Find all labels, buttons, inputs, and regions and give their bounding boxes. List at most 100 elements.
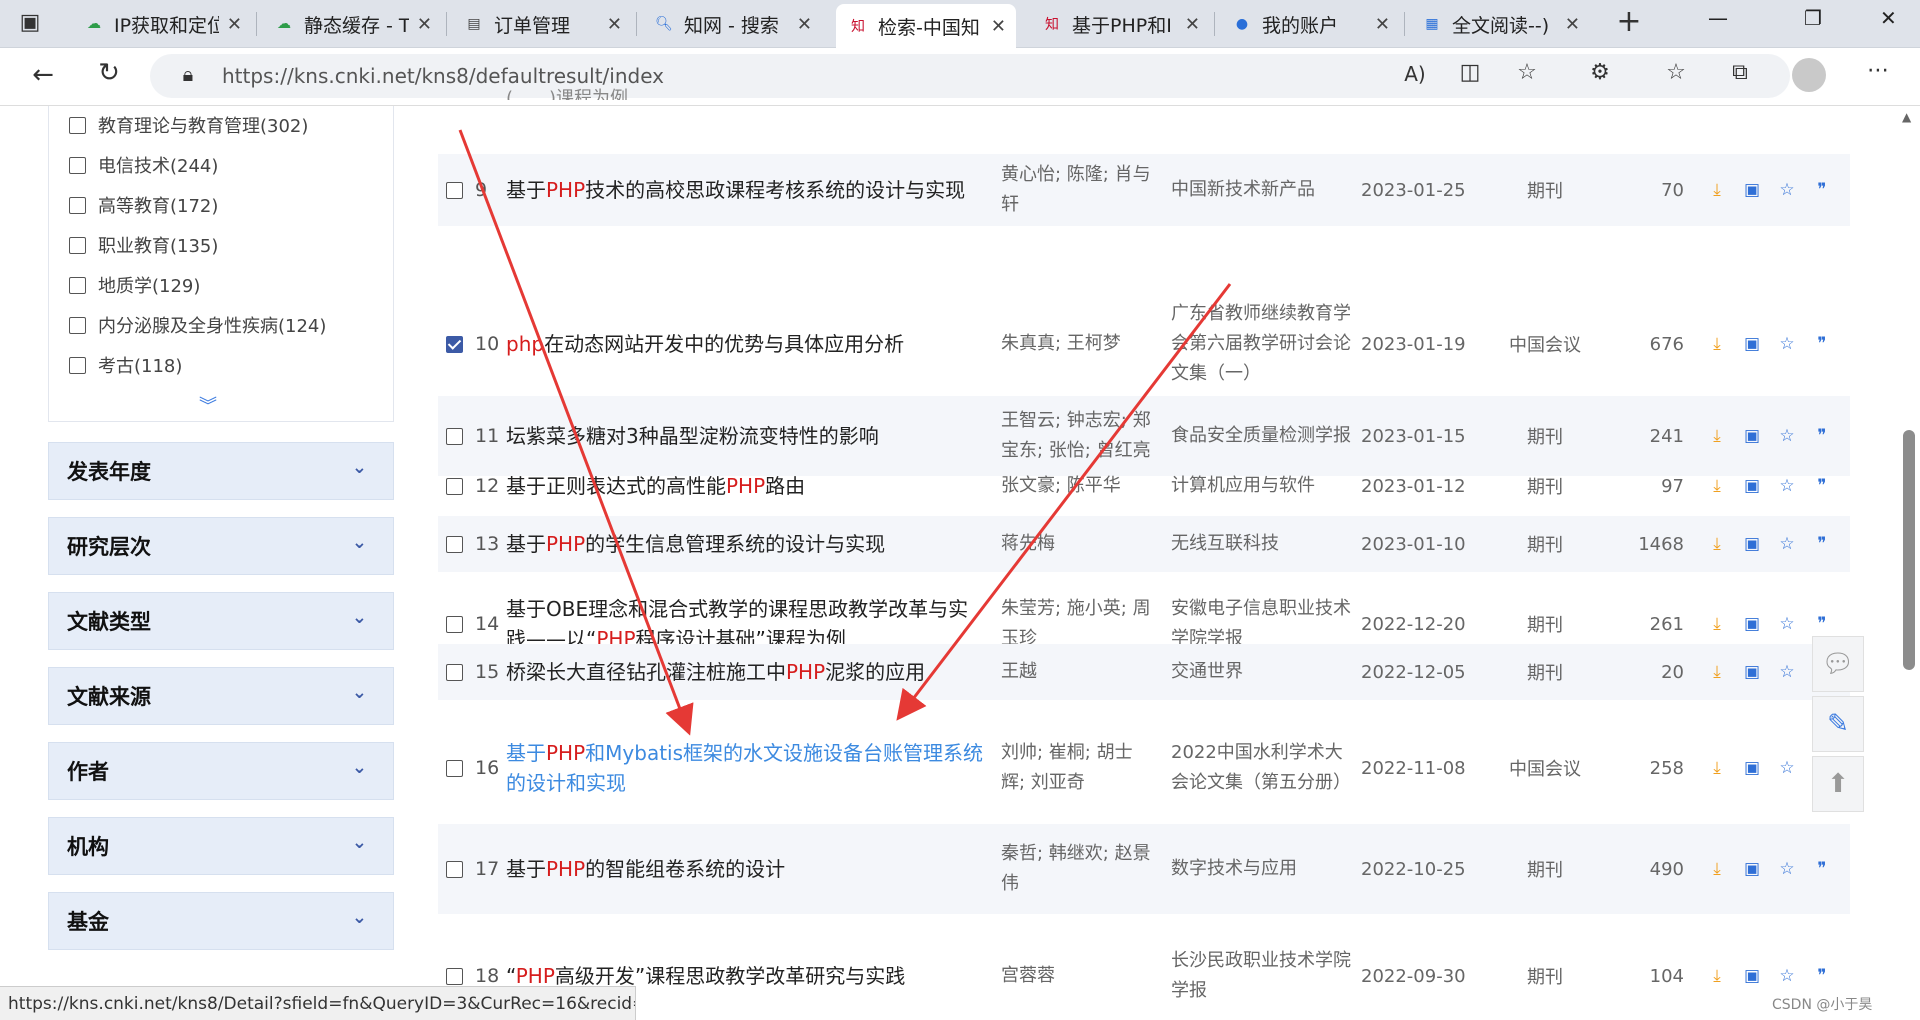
- download-icon[interactable]: ⤓: [1706, 533, 1728, 555]
- favorite-star-icon[interactable]: ☆: [1776, 179, 1798, 201]
- new-tab-button[interactable]: +: [1614, 4, 1644, 39]
- row-checkbox[interactable]: [446, 427, 463, 445]
- tab-3[interactable]: 🔍︎ 知网 - 搜索 ✕: [642, 6, 822, 42]
- add-favorite-icon[interactable]: ☆: [1512, 60, 1542, 85]
- facet-checkbox[interactable]: [69, 356, 86, 374]
- chevron-down-icon[interactable]: ⌄: [352, 832, 367, 853]
- favorites-icon[interactable]: ☆: [1660, 60, 1692, 85]
- result-title[interactable]: 基于PHP和Mybatis框架的水文设施设备台账管理系统的设计和实现: [506, 738, 986, 798]
- result-authors[interactable]: 黄心怡; 陈隆; 肖与轩: [1001, 160, 1151, 220]
- row-select[interactable]: 10: [446, 333, 499, 355]
- close-window-icon[interactable]: ✕: [1880, 6, 1897, 30]
- download-icon[interactable]: ⤓: [1706, 179, 1728, 201]
- download-icon[interactable]: ⤓: [1706, 613, 1728, 635]
- row-checkbox[interactable]: [446, 181, 463, 199]
- tab-6[interactable]: ● 我的账户 ✕: [1220, 6, 1400, 42]
- result-source[interactable]: 无线互联科技: [1171, 529, 1351, 559]
- back-to-top-icon[interactable]: ⬆: [1812, 756, 1864, 812]
- html-read-icon[interactable]: ▣: [1741, 613, 1763, 635]
- result-title[interactable]: 坛紫菜多糖对3种晶型淀粉流变特性的影响: [506, 421, 986, 451]
- tab-2[interactable]: ▤ 订单管理 ✕: [452, 6, 632, 42]
- result-authors[interactable]: 朱真真; 王柯梦: [1001, 329, 1151, 359]
- result-title[interactable]: 基于PHP的智能组卷系统的设计: [506, 854, 986, 884]
- close-tab-icon[interactable]: ✕: [1185, 14, 1200, 35]
- collections-icon[interactable]: ⧉: [1724, 60, 1756, 85]
- favorite-star-icon[interactable]: ☆: [1776, 661, 1798, 683]
- row-select[interactable]: 18: [446, 965, 499, 987]
- row-select[interactable]: 9: [446, 179, 487, 201]
- facet-checkbox[interactable]: [69, 316, 86, 334]
- read-aloud-icon[interactable]: A): [1400, 62, 1430, 86]
- result-authors[interactable]: 王越: [1001, 657, 1151, 687]
- row-select[interactable]: 16: [446, 757, 499, 779]
- scroll-up-icon[interactable]: ▲: [1902, 110, 1911, 124]
- feedback-pencil-icon[interactable]: ✎: [1812, 696, 1864, 752]
- facet-item[interactable]: 高等教育(172): [69, 192, 218, 218]
- result-source[interactable]: 计算机应用与软件: [1171, 471, 1351, 501]
- chevron-down-icon[interactable]: ⌄: [352, 907, 367, 928]
- facet-item[interactable]: 职业教育(135): [69, 232, 218, 258]
- address-bar[interactable]: 🔒︎ https://kns.cnki.net/kns8/defaultresu…: [150, 54, 1790, 98]
- row-checkbox[interactable]: [446, 615, 463, 633]
- favorite-star-icon[interactable]: ☆: [1776, 533, 1798, 555]
- facet-checkbox[interactable]: [69, 276, 86, 294]
- extensions-icon[interactable]: ⚙: [1584, 60, 1616, 85]
- result-authors[interactable]: 张文豪; 陈平华: [1001, 471, 1151, 501]
- result-title[interactable]: 基于PHP技术的高校思政课程考核系统的设计与实现: [506, 175, 986, 205]
- row-select[interactable]: 12: [446, 475, 499, 497]
- favorite-star-icon[interactable]: ☆: [1776, 757, 1798, 779]
- download-icon[interactable]: ⤓: [1706, 425, 1728, 447]
- favorite-star-icon[interactable]: ☆: [1776, 425, 1798, 447]
- result-source[interactable]: 交通世界: [1171, 657, 1351, 687]
- filter-section[interactable]: 文献来源 ⌄: [48, 667, 394, 725]
- maximize-icon[interactable]: ❐: [1804, 6, 1822, 30]
- favorite-star-icon[interactable]: ☆: [1776, 965, 1798, 987]
- cite-icon[interactable]: ❞: [1811, 858, 1833, 880]
- html-read-icon[interactable]: ▣: [1741, 333, 1763, 355]
- result-authors[interactable]: 宫蓉蓉: [1001, 961, 1151, 991]
- back-icon[interactable]: ←: [26, 60, 60, 90]
- facet-item[interactable]: 考古(118): [69, 352, 182, 378]
- tab-actions-icon[interactable]: ▣: [16, 10, 44, 35]
- row-checkbox[interactable]: [446, 860, 463, 878]
- scrollbar-thumb[interactable]: [1903, 430, 1915, 670]
- chevron-down-icon[interactable]: ⌄: [352, 532, 367, 553]
- result-source[interactable]: 中国新技术新产品: [1171, 175, 1351, 205]
- cite-icon[interactable]: ❞: [1811, 425, 1833, 447]
- tab-1[interactable]: ☁ 静态缓存 - T ✕: [262, 6, 442, 42]
- html-read-icon[interactable]: ▣: [1741, 965, 1763, 987]
- result-source[interactable]: 广东省教师继续教育学会第六届教学研讨会论文集（一）: [1171, 299, 1351, 389]
- close-tab-icon[interactable]: ✕: [227, 14, 242, 35]
- download-icon[interactable]: ⤓: [1706, 965, 1728, 987]
- cite-icon[interactable]: ❞: [1811, 533, 1833, 555]
- result-title[interactable]: 基于PHP的学生信息管理系统的设计与实现: [506, 529, 986, 559]
- close-tab-icon[interactable]: ✕: [417, 14, 432, 35]
- menu-icon[interactable]: ⋯: [1862, 58, 1894, 83]
- facet-checkbox[interactable]: [69, 156, 86, 174]
- result-source[interactable]: 长沙民政职业技术学院学报: [1171, 946, 1351, 1006]
- close-tab-icon[interactable]: ✕: [991, 16, 1006, 37]
- result-authors[interactable]: 秦哲; 韩继欢; 赵景伟: [1001, 839, 1151, 899]
- facet-checkbox[interactable]: [69, 116, 86, 134]
- html-read-icon[interactable]: ▣: [1741, 179, 1763, 201]
- tab-7[interactable]: ▦ 全文阅读--) ✕: [1410, 6, 1590, 42]
- facet-item[interactable]: 内分泌腺及全身性疾病(124): [69, 312, 326, 338]
- expand-more-icon[interactable]: ︾: [199, 392, 217, 418]
- cite-icon[interactable]: ❞: [1811, 613, 1833, 635]
- download-icon[interactable]: ⤓: [1706, 661, 1728, 683]
- result-authors[interactable]: 蒋先梅: [1001, 529, 1151, 559]
- filter-section[interactable]: 发表年度 ⌄: [48, 442, 394, 500]
- chevron-down-icon[interactable]: ⌄: [352, 682, 367, 703]
- result-source[interactable]: 食品安全质量检测学报: [1171, 421, 1351, 451]
- filter-section[interactable]: 基金 ⌄: [48, 892, 394, 950]
- result-source[interactable]: 2022中国水利学术大会论文集（第五分册）: [1171, 738, 1351, 798]
- favorite-star-icon[interactable]: ☆: [1776, 333, 1798, 355]
- chevron-down-icon[interactable]: ⌄: [352, 457, 367, 478]
- html-read-icon[interactable]: ▣: [1741, 533, 1763, 555]
- download-icon[interactable]: ⤓: [1706, 858, 1728, 880]
- close-tab-icon[interactable]: ✕: [607, 14, 622, 35]
- result-title[interactable]: php在动态网站开发中的优势与具体应用分析: [506, 329, 986, 359]
- cite-icon[interactable]: ❞: [1811, 965, 1833, 987]
- filter-section[interactable]: 机构 ⌄: [48, 817, 394, 875]
- download-icon[interactable]: ⤓: [1706, 333, 1728, 355]
